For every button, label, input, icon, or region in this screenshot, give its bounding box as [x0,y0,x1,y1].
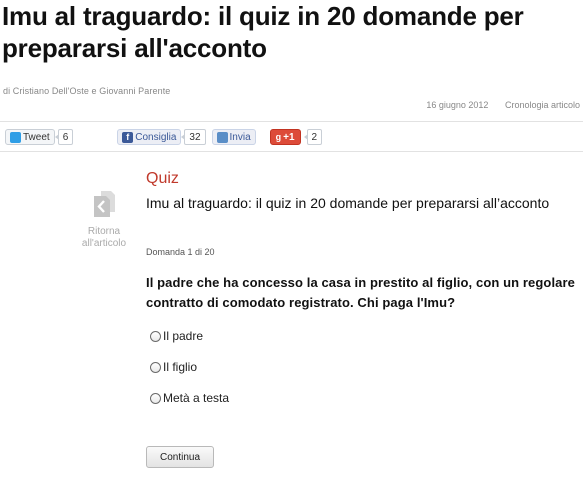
facebook-f-icon: f [122,131,134,143]
answer-label: Il padre [163,329,204,343]
gplus-label: +1 [283,131,295,143]
google-plus-icon: g [275,132,282,142]
send-button[interactable]: Invia [211,129,256,145]
send-label: Invia [229,131,251,143]
share-bar: Tweet 6 f Consiglia 32 Invia g +1 2 [5,128,323,146]
twitter-bird-icon [10,131,21,143]
like-count: 32 [181,129,206,145]
article-meta: 16 giugno 2012 Cronologia articolo [426,100,580,110]
continue-button[interactable]: Continua [146,446,214,468]
like-label: Consiglia [135,131,177,143]
answer-label: Metà a testa [163,391,230,405]
article-byline: di Cristiano Dell'Oste e Giovanni Parent… [3,86,171,96]
tweet-count: 6 [54,129,74,145]
article-date: 16 giugno 2012 [426,100,489,110]
facebook-like-button[interactable]: f Consiglia [117,129,182,145]
back-label-line2: all'articolo [81,238,127,249]
mail-icon [216,131,228,143]
back-to-article-link[interactable]: Ritorna all'articolo [74,190,134,250]
radio-button[interactable] [150,392,161,404]
question-counter: Domanda 1 di 20 [146,247,215,257]
quiz-title: Imu al traguardo: il quiz in 20 domande … [146,195,550,211]
google-plus-button[interactable]: g +1 [269,129,301,145]
tweet-button[interactable]: Tweet [5,129,55,145]
top-divider [0,121,583,122]
tweet-label: Tweet [23,131,50,143]
article-title: Imu al traguardo: il quiz in 20 domande … [2,1,524,63]
share-divider [0,151,583,152]
history-link[interactable]: Cronologia articolo [505,100,580,110]
answer-option-3[interactable]: Metà a testa [150,391,229,405]
back-to-article-icon [92,190,116,218]
back-label-line1: Ritorna [87,226,121,237]
question-text: Il padre che ha concesso la casa in pres… [146,275,576,310]
answer-option-1[interactable]: Il padre [150,329,203,343]
gplus-count: 2 [303,129,323,145]
answer-option-2[interactable]: Il figlio [150,360,197,374]
quiz-section-label: Quiz [146,170,179,187]
radio-button[interactable] [150,361,161,373]
radio-button[interactable] [150,330,161,342]
answer-label: Il figlio [163,360,198,374]
